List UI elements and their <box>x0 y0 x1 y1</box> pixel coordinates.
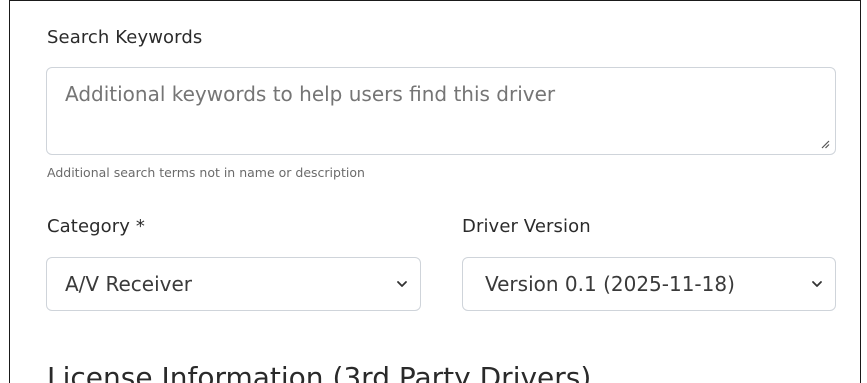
chevron-down-icon <box>397 281 407 287</box>
search-keywords-field-wrapper <box>46 67 836 155</box>
search-keywords-help-text: Additional search terms not in name or d… <box>47 165 365 180</box>
driver-version-label: Driver Version <box>462 216 591 237</box>
category-label: Category * <box>47 216 145 237</box>
chevron-down-icon <box>812 281 822 287</box>
resize-handle-icon[interactable] <box>820 139 830 149</box>
search-keywords-textarea[interactable] <box>47 68 835 154</box>
driver-version-select[interactable]: Version 0.1 (2025-11-18) <box>462 257 836 311</box>
form-panel: Search Keywords Additional search terms … <box>9 0 861 383</box>
category-selected-value: A/V Receiver <box>65 272 192 296</box>
license-section-title: License Information (3rd Party Drivers) <box>47 361 592 383</box>
search-keywords-label: Search Keywords <box>47 27 203 48</box>
category-select[interactable]: A/V Receiver <box>46 257 421 311</box>
driver-version-selected-value: Version 0.1 (2025-11-18) <box>485 272 735 296</box>
